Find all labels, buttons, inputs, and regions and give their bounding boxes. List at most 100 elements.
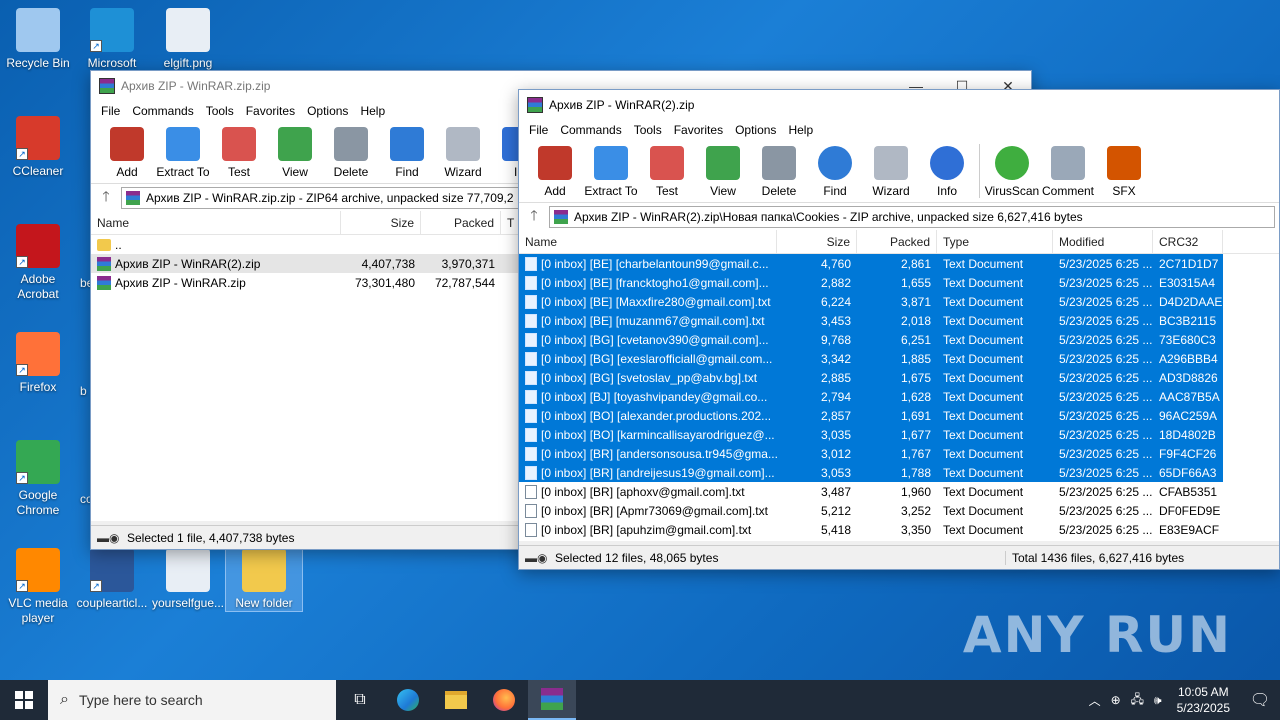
menu-help[interactable]: Help bbox=[354, 104, 391, 118]
toolbar-test-button[interactable]: Test bbox=[639, 144, 695, 198]
menu-commands[interactable]: Commands bbox=[126, 104, 199, 118]
toolbar-virusscan-button[interactable]: VirusScan bbox=[984, 144, 1040, 198]
clock[interactable]: 10:05 AM 5/23/2025 bbox=[1167, 684, 1240, 716]
column-name[interactable]: Name bbox=[519, 230, 777, 253]
table-row[interactable]: [0 inbox] [BJ] [toyashvipandey@gmail.co.… bbox=[519, 387, 1223, 406]
menu-bar: File Commands Tools Favorites Options Help bbox=[519, 120, 1279, 140]
network-icon[interactable]: 🖧 bbox=[1126, 690, 1149, 711]
desktop-icon[interactable]: Recycle Bin bbox=[0, 8, 76, 71]
table-row[interactable]: [0 inbox] [BO] [karmincallisayarodriguez… bbox=[519, 425, 1223, 444]
toolbar-comment-button[interactable]: Comment bbox=[1040, 144, 1096, 198]
column-crc32[interactable]: CRC32 bbox=[1153, 230, 1223, 253]
volume-icon[interactable]: 🕪 bbox=[1149, 693, 1167, 708]
toolbar-wizard-button[interactable]: Wizard bbox=[863, 144, 919, 198]
up-arrow-icon[interactable]: 🡑 bbox=[523, 205, 545, 229]
column-packed[interactable]: Packed bbox=[421, 211, 501, 234]
menu-options[interactable]: Options bbox=[301, 104, 354, 118]
toolbar-add-button[interactable]: Add bbox=[99, 125, 155, 179]
path-field[interactable]: Архив ZIP - WinRAR(2).zip\Новая папка\Co… bbox=[549, 205, 1275, 228]
toolbar-wizard-button[interactable]: Wizard bbox=[435, 125, 491, 179]
winrar-taskbar-icon[interactable] bbox=[528, 680, 576, 720]
toolbar-find-button[interactable]: Find bbox=[807, 144, 863, 198]
toolbar-label: VirusScan bbox=[984, 184, 1040, 198]
text-file-icon bbox=[525, 370, 537, 385]
file-size: 3,053 bbox=[820, 465, 851, 480]
desktop-icon[interactable]: ↗ Google Chrome bbox=[0, 440, 76, 518]
edge-icon[interactable] bbox=[384, 680, 432, 720]
desktop-icon[interactable]: ↗ Firefox bbox=[0, 332, 76, 395]
toolbar-extract-to-button[interactable]: Extract To bbox=[155, 125, 211, 179]
menu-file[interactable]: File bbox=[95, 104, 126, 118]
file-name: [0 inbox] [BE] [Maxxfire280@gmail.com].t… bbox=[541, 294, 771, 309]
task-view-icon[interactable]: ⧉ bbox=[336, 680, 384, 720]
firefox-icon[interactable] bbox=[480, 680, 528, 720]
file-explorer-icon[interactable] bbox=[432, 680, 480, 720]
desktop-icon[interactable]: elgift.png bbox=[150, 8, 226, 71]
archive-icon bbox=[97, 256, 111, 271]
table-row[interactable]: [0 inbox] [BG] [svetoslav_pp@abv.bg].txt… bbox=[519, 368, 1223, 387]
table-row[interactable]: [0 inbox] [BR] [andreijesus19@gmail.com]… bbox=[519, 463, 1223, 482]
file-name-cell: [0 inbox] [BG] [svetoslav_pp@abv.bg].txt bbox=[519, 370, 777, 385]
up-arrow-icon[interactable]: 🡑 bbox=[95, 186, 117, 210]
menu-help[interactable]: Help bbox=[782, 123, 819, 137]
toolbar-delete-button[interactable]: Delete bbox=[751, 144, 807, 198]
title-bar[interactable]: Архив ZIP - WinRAR(2).zip bbox=[519, 90, 1279, 120]
toolbar-sfx-button[interactable]: SFX bbox=[1096, 144, 1152, 198]
chevron-up-icon[interactable]: ︿ bbox=[1084, 692, 1106, 709]
column-packed[interactable]: Packed bbox=[857, 230, 937, 253]
taskbar-search[interactable]: ⌕ Type here to search bbox=[48, 680, 336, 720]
winrar-window-sub[interactable]: Архив ZIP - WinRAR(2).zip File Commands To… bbox=[518, 89, 1280, 570]
shortcut-arrow-icon: ↗ bbox=[16, 580, 28, 592]
file-type: Text Document bbox=[943, 275, 1024, 290]
table-row[interactable]: [0 inbox] [BR] [Apmr73069@gmail.com].txt… bbox=[519, 501, 1223, 520]
table-row[interactable]: [0 inbox] [BG] [exeslarofficiall@gmail.c… bbox=[519, 349, 1223, 368]
menu-file[interactable]: File bbox=[523, 123, 554, 137]
column-size[interactable]: Size bbox=[341, 211, 421, 234]
file-modified: 5/23/2025 6:25 ... bbox=[1059, 313, 1153, 328]
menu-commands[interactable]: Commands bbox=[554, 123, 627, 137]
toolbar-info-button[interactable]: Info bbox=[919, 144, 975, 198]
notification-icon[interactable]: 🗨 bbox=[1240, 690, 1280, 710]
desktop-icon[interactable]: ↗ Microsoft bbox=[74, 8, 150, 71]
desktop-icon[interactable]: ↗ couplearticl... bbox=[74, 548, 150, 611]
menu-tools[interactable]: Tools bbox=[628, 123, 668, 137]
column-name[interactable]: Name bbox=[91, 211, 341, 234]
desktop-icon[interactable]: ↗ CCleaner bbox=[0, 116, 76, 179]
table-row[interactable]: [0 inbox] [BR] [andersonsousa.tr945@gma.… bbox=[519, 444, 1223, 463]
table-row[interactable]: [0 inbox] [BR] [aphoxv@gmail.com].txt 3,4… bbox=[519, 482, 1223, 501]
table-row[interactable]: [0 inbox] [BE] [charbelantoun99@gmail.c.… bbox=[519, 254, 1223, 273]
file-name-cell: [0 inbox] [BG] [exeslarofficiall@gmail.c… bbox=[519, 351, 777, 366]
start-button[interactable] bbox=[0, 680, 48, 720]
table-row[interactable]: [0 inbox] [BE] [muzanm67@gmail.com].txt 3… bbox=[519, 311, 1223, 330]
shortcut-arrow-icon: ↗ bbox=[16, 256, 28, 268]
menu-tools[interactable]: Tools bbox=[200, 104, 240, 118]
table-row[interactable]: [0 inbox] [BG] [cvetanov390@gmail.com]..… bbox=[519, 330, 1223, 349]
menu-options[interactable]: Options bbox=[729, 123, 782, 137]
desktop-icon[interactable]: ↗ Adobe Acrobat bbox=[0, 224, 76, 302]
table-row[interactable]: [0 inbox] [BR] [apuhzim@gmail.com].txt 5,… bbox=[519, 520, 1223, 539]
toolbar-delete-button[interactable]: Delete bbox=[323, 125, 379, 179]
toolbar-view-button[interactable]: View bbox=[267, 125, 323, 179]
menu-favorites[interactable]: Favorites bbox=[668, 123, 729, 137]
file-crc: 96AC259A bbox=[1159, 408, 1218, 423]
desktop-icon[interactable]: yourselfgue... bbox=[150, 548, 226, 611]
table-row[interactable]: [0 inbox] [BE] [francktogho1@gmail.com].… bbox=[519, 273, 1223, 292]
toolbar-view-button[interactable]: View bbox=[695, 144, 751, 198]
meet-icon[interactable]: ⊕ bbox=[1106, 693, 1126, 707]
toolbar-extract-to-button[interactable]: Extract To bbox=[583, 144, 639, 198]
extract-to-icon bbox=[166, 127, 200, 161]
menu-favorites[interactable]: Favorites bbox=[240, 104, 301, 118]
toolbar-find-button[interactable]: Find bbox=[379, 125, 435, 179]
desktop-icon[interactable]: New folder bbox=[225, 547, 303, 612]
desktop-icon[interactable]: ↗ VLC media player bbox=[0, 548, 76, 626]
toolbar-test-button[interactable]: Test bbox=[211, 125, 267, 179]
text-file-icon bbox=[525, 332, 537, 347]
toolbar-add-button[interactable]: Add bbox=[527, 144, 583, 198]
text-file-icon bbox=[525, 294, 537, 309]
table-row[interactable]: [0 inbox] [BE] [Maxxfire280@gmail.com].t… bbox=[519, 292, 1223, 311]
column-size[interactable]: Size bbox=[777, 230, 857, 253]
view-icon bbox=[278, 127, 312, 161]
column-modified[interactable]: Modified bbox=[1053, 230, 1153, 253]
column-type[interactable]: Type bbox=[937, 230, 1053, 253]
table-row[interactable]: [0 inbox] [BO] [alexander.productions.20… bbox=[519, 406, 1223, 425]
